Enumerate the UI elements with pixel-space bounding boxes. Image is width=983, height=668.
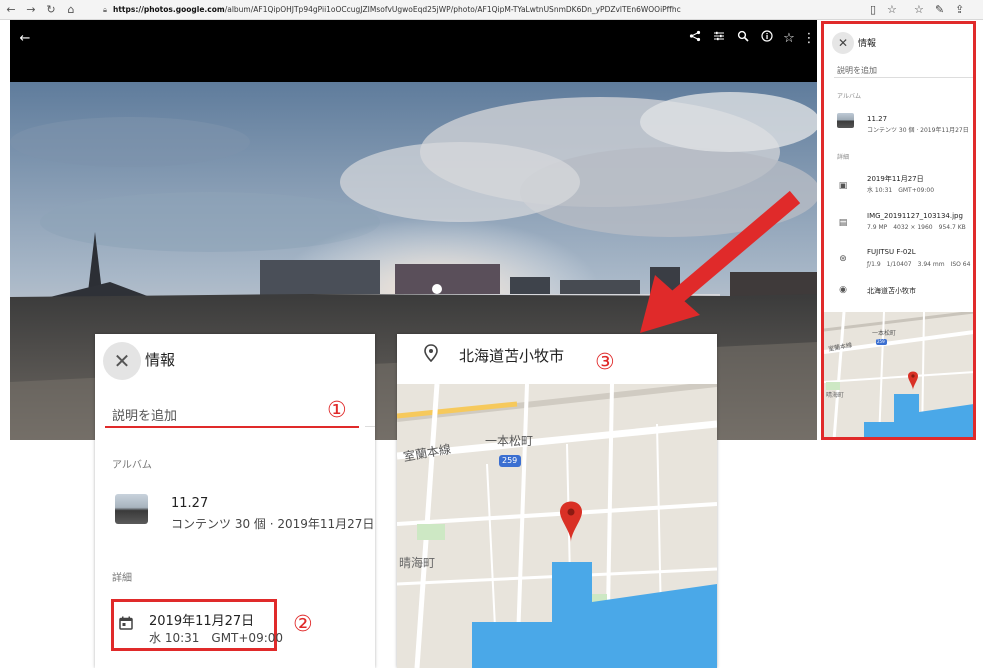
zoom-time-text: 水 10:31 GMT+09:00 <box>149 631 284 645</box>
forward-icon[interactable]: → <box>24 3 38 17</box>
tune-icon[interactable] <box>710 30 728 48</box>
reader-icon[interactable]: ▯ <box>870 3 876 17</box>
camera-meta: ƒ/1.9 1/10407 3.94 mm ISO 64 <box>867 261 971 268</box>
screenshot-stage: ← → ↻ ⌂ 🔒︎ https://photos.google.com/albu… <box>0 0 983 668</box>
info-icon[interactable] <box>758 30 776 48</box>
home-icon[interactable]: ⌂ <box>64 3 78 17</box>
album-thumbnail[interactable] <box>837 113 854 128</box>
zoom-album-meta: コンテンツ 30 個 · 2019年11月27日 <box>171 517 375 531</box>
info-panel-small: ✕ 情報 説明を追加 アルバム 11.27 コンテンツ 30 個 · 2019年… <box>821 21 976 440</box>
album-name[interactable]: 11.27 <box>867 115 887 123</box>
small-map-road-badge: 259 <box>877 339 885 344</box>
map-town-label: 一本松町 <box>485 434 534 448</box>
calendar-icon: ▣ <box>838 181 848 191</box>
address-bar[interactable]: 🔒︎ https://photos.google.com/album/AF1Qip… <box>103 3 863 17</box>
reload-icon[interactable]: ↻ <box>44 3 58 17</box>
more-icon[interactable]: ⋮ <box>800 30 818 48</box>
file-name: IMG_20191127_103134.jpg <box>867 212 963 220</box>
share-browser-icon[interactable]: ⇪ <box>955 3 964 17</box>
details-section-label: 詳細 <box>837 154 850 161</box>
url-path: /album/AF1QipOHJTp94gPii1oOCcugJZIMsofvU… <box>224 5 681 14</box>
annotation-marker-2: ② <box>293 612 313 637</box>
description-divider <box>834 77 973 78</box>
time-text: 水 10:31 GMT+09:00 <box>867 187 935 194</box>
annotation-marker-3: ③ <box>595 350 615 375</box>
camera-aperture-icon: ⊛ <box>839 254 847 264</box>
lock-icon: 🔒︎ <box>103 5 107 14</box>
zoom-album-section-label: アルバム <box>112 460 152 471</box>
album-meta: コンテンツ 30 個 · 2019年11月27日 <box>867 127 969 134</box>
zoom-icon[interactable] <box>734 30 752 48</box>
large-location-map[interactable]: 一本松町 室蘭本線 259 晴海町 <box>397 384 717 668</box>
zoom-description-input[interactable]: 説明を追加 <box>112 405 177 424</box>
location-text[interactable]: 北海道苫小牧市 <box>867 286 916 296</box>
map-town2-label: 晴海町 <box>399 556 436 570</box>
url-host: https://photos.google.com <box>113 5 225 14</box>
zoom-album-thumbnail[interactable] <box>115 494 148 524</box>
file-meta: 7.9 MP 4032 × 1960 954.7 KB <box>867 224 966 231</box>
description-underline <box>105 426 359 428</box>
viewer-toolbar: ← ☆ ⋮ <box>10 20 817 82</box>
pen-icon[interactable]: ✎ <box>935 3 944 17</box>
share-icon[interactable] <box>686 30 704 48</box>
small-location-map[interactable]: 一本松町 室蘭本線 259 晴海町 <box>824 312 973 437</box>
browser-toolbar: ← → ↻ ⌂ 🔒︎ https://photos.google.com/albu… <box>0 0 983 20</box>
back-icon[interactable]: ← <box>4 3 18 17</box>
date-text[interactable]: 2019年11月27日 <box>867 174 924 184</box>
album-section-label: アルバム <box>837 93 861 100</box>
camera-model: FUJITSU F-02L <box>867 248 916 256</box>
viewer-back-icon[interactable]: ← <box>16 30 34 48</box>
location-pin-icon: ◉ <box>839 285 847 295</box>
zoom-info-title: 情報 <box>145 351 176 369</box>
zoom-location-text[interactable]: 北海道苫小牧市 <box>459 345 564 366</box>
zoom-panel-map: 北海道苫小牧市 ③ 一本松町 室蘭本線 259 晴海町 <box>397 334 717 668</box>
close-icon-large[interactable]: ✕ <box>103 342 141 380</box>
description-input[interactable]: 説明を追加 <box>837 65 877 76</box>
zoom-details-section-label: 詳細 <box>112 573 132 584</box>
divider <box>365 426 375 427</box>
zoom-panel-info: ✕ 情報 説明を追加 ① アルバム 11.27 コンテンツ 30 個 · 201… <box>95 334 375 668</box>
close-icon[interactable]: ✕ <box>832 32 854 54</box>
favorite-star-icon[interactable]: ☆ <box>887 3 897 17</box>
map-road-badge: 259 <box>502 456 518 465</box>
zoom-date-text[interactable]: 2019年11月27日 <box>149 610 254 629</box>
zoom-location-pin-icon <box>423 344 439 367</box>
star-icon[interactable]: ☆ <box>780 30 798 48</box>
annotation-arrow <box>640 190 801 333</box>
zoom-calendar-icon <box>119 616 133 634</box>
zoom-album-name[interactable]: 11.27 <box>171 496 208 511</box>
favorites-list-icon[interactable]: ☆ <box>914 3 924 17</box>
annotation-marker-1: ① <box>327 398 347 423</box>
info-panel-title: 情報 <box>858 39 877 49</box>
small-map-town-label: 一本松町 <box>872 330 897 337</box>
image-file-icon: ▤ <box>838 218 848 228</box>
small-map-town2-label: 晴海町 <box>826 392 845 399</box>
